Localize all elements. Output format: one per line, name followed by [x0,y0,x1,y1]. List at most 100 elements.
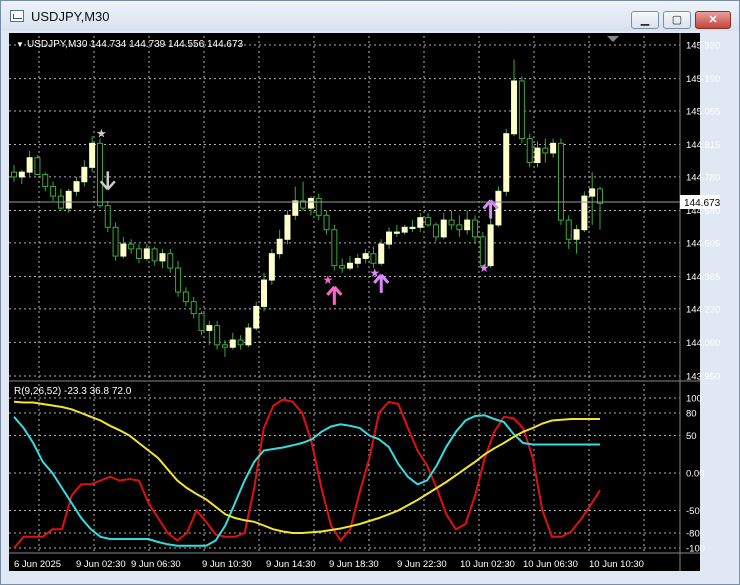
bull-candle[interactable] [487,224,494,267]
chart-header: USDJPY,M30 144.734 144.739 144.556 144.6… [27,39,244,50]
bull-candle[interactable] [417,217,424,228]
bull-candle[interactable] [346,262,353,269]
bull-candle[interactable] [573,229,580,240]
bull-candle[interactable] [245,327,252,346]
bear-candle[interactable] [432,224,439,238]
bear-candle[interactable] [370,253,377,264]
price-tick-label: 145.330 [686,41,720,52]
bull-candle[interactable] [511,80,518,135]
time-tick-label: 10 Jun 06:30 [523,559,578,570]
time-axis: 6 Jun 2025 9 Jun 02:30 9 Jun 06:30 9 Jun 10… [14,559,644,570]
bear-candle[interactable] [182,291,189,303]
bull-candle[interactable] [503,133,510,192]
price-tick-label: 144.365 [686,272,720,283]
bull-candle[interactable] [276,238,283,255]
bear-candle[interactable] [96,142,103,207]
bull-candle[interactable] [120,243,127,257]
bull-candle[interactable] [18,171,25,178]
bear-candle[interactable] [518,80,525,140]
bear-candle[interactable] [471,219,478,238]
bull-candle[interactable] [440,219,447,238]
bear-candle[interactable] [456,224,463,231]
bull-candle[interactable] [534,147,541,164]
bear-candle[interactable] [151,248,158,262]
bear-candle[interactable] [331,229,338,267]
bear-candle[interactable] [542,147,549,154]
price-tick-label: 144.915 [686,140,720,151]
indicator-tick-label: -100 [686,544,705,555]
signal-star-icon: ★ [323,273,334,287]
bear-candle[interactable] [112,226,119,257]
bull-candle[interactable] [284,214,291,240]
bull-candle[interactable] [589,188,596,197]
bear-candle[interactable] [315,198,322,216]
bear-candle[interactable] [50,186,57,197]
bull-candle[interactable] [159,253,166,262]
bull-candle[interactable] [81,166,88,183]
bull-candle[interactable] [464,219,471,231]
time-tick-label: 9 Jun 22:30 [397,559,447,570]
bear-candle[interactable] [190,301,197,315]
bull-candle[interactable] [550,142,557,154]
bull-candle[interactable] [307,198,314,209]
time-tick-label: 9 Jun 14:30 [266,559,316,570]
bear-candle[interactable] [237,339,244,346]
bear-candle[interactable] [128,243,135,250]
bear-candle[interactable] [104,205,111,228]
price-tick-label: 145.055 [686,106,720,117]
indicator-tick-label: -80 [686,529,700,540]
price-tick-label: 143.950 [686,372,720,383]
bear-candle[interactable] [167,253,174,269]
bull-candle[interactable] [362,253,369,259]
indicator-axis: 100 80 50 0.00 -50 -80 -100 [686,394,705,555]
bull-candle[interactable] [89,142,96,168]
time-tick-label: 9 Jun 10:30 [202,559,252,570]
bear-candle[interactable] [214,325,221,346]
bear-candle[interactable] [221,344,228,348]
bull-candle[interactable] [229,339,236,348]
indicator-tick-label: -50 [686,506,700,517]
bull-candle[interactable] [292,200,299,216]
bull-candle[interactable] [581,195,588,231]
bull-candle[interactable] [143,248,150,259]
time-tick-label: 9 Jun 18:30 [329,559,379,570]
bear-candle[interactable] [526,138,533,164]
bull-candle[interactable] [206,325,213,331]
bull-candle[interactable] [26,157,33,173]
bull-candle[interactable] [261,279,268,307]
chart-canvas[interactable]: ★★★ ★ 145.330145.190145.055144.915144.780… [0,0,740,585]
bull-candle[interactable] [354,257,361,264]
bear-candle[interactable] [323,214,330,231]
bull-candle[interactable] [409,226,416,229]
indicator-tick-label: 50 [686,431,697,442]
time-tick-label: 9 Jun 06:30 [131,559,181,570]
bear-candle[interactable] [175,267,182,293]
price-tick-label: 144.230 [686,304,720,315]
bull-candle[interactable] [386,231,393,245]
bear-candle[interactable] [425,217,432,226]
bull-candle[interactable] [401,226,408,233]
indicator-tick-label: 0.00 [686,469,705,480]
bear-candle[interactable] [198,313,205,331]
bull-candle[interactable] [393,231,400,234]
bear-candle[interactable] [597,188,603,204]
bull-candle[interactable] [65,190,72,209]
symbol-dropdown-arrow[interactable]: ▼ [16,40,24,49]
chart-background [9,33,700,571]
time-tick-label: 9 Jun 02:30 [76,559,126,570]
bear-candle[interactable] [34,157,41,176]
bull-candle[interactable] [73,181,80,192]
bull-candle[interactable] [268,253,275,281]
bear-candle[interactable] [136,248,143,259]
bear-candle[interactable] [11,171,17,178]
bear-candle[interactable] [339,265,346,269]
bear-candle[interactable] [565,219,572,240]
bear-candle[interactable] [557,142,564,221]
price-tick-label: 144.090 [686,338,720,349]
price-tick-label: 144.780 [686,172,720,183]
bear-candle[interactable] [42,174,49,188]
time-tick-label: 10 Jun 02:30 [460,559,515,570]
bull-candle[interactable] [378,243,385,264]
bear-candle[interactable] [448,219,455,226]
bull-candle[interactable] [253,305,260,329]
